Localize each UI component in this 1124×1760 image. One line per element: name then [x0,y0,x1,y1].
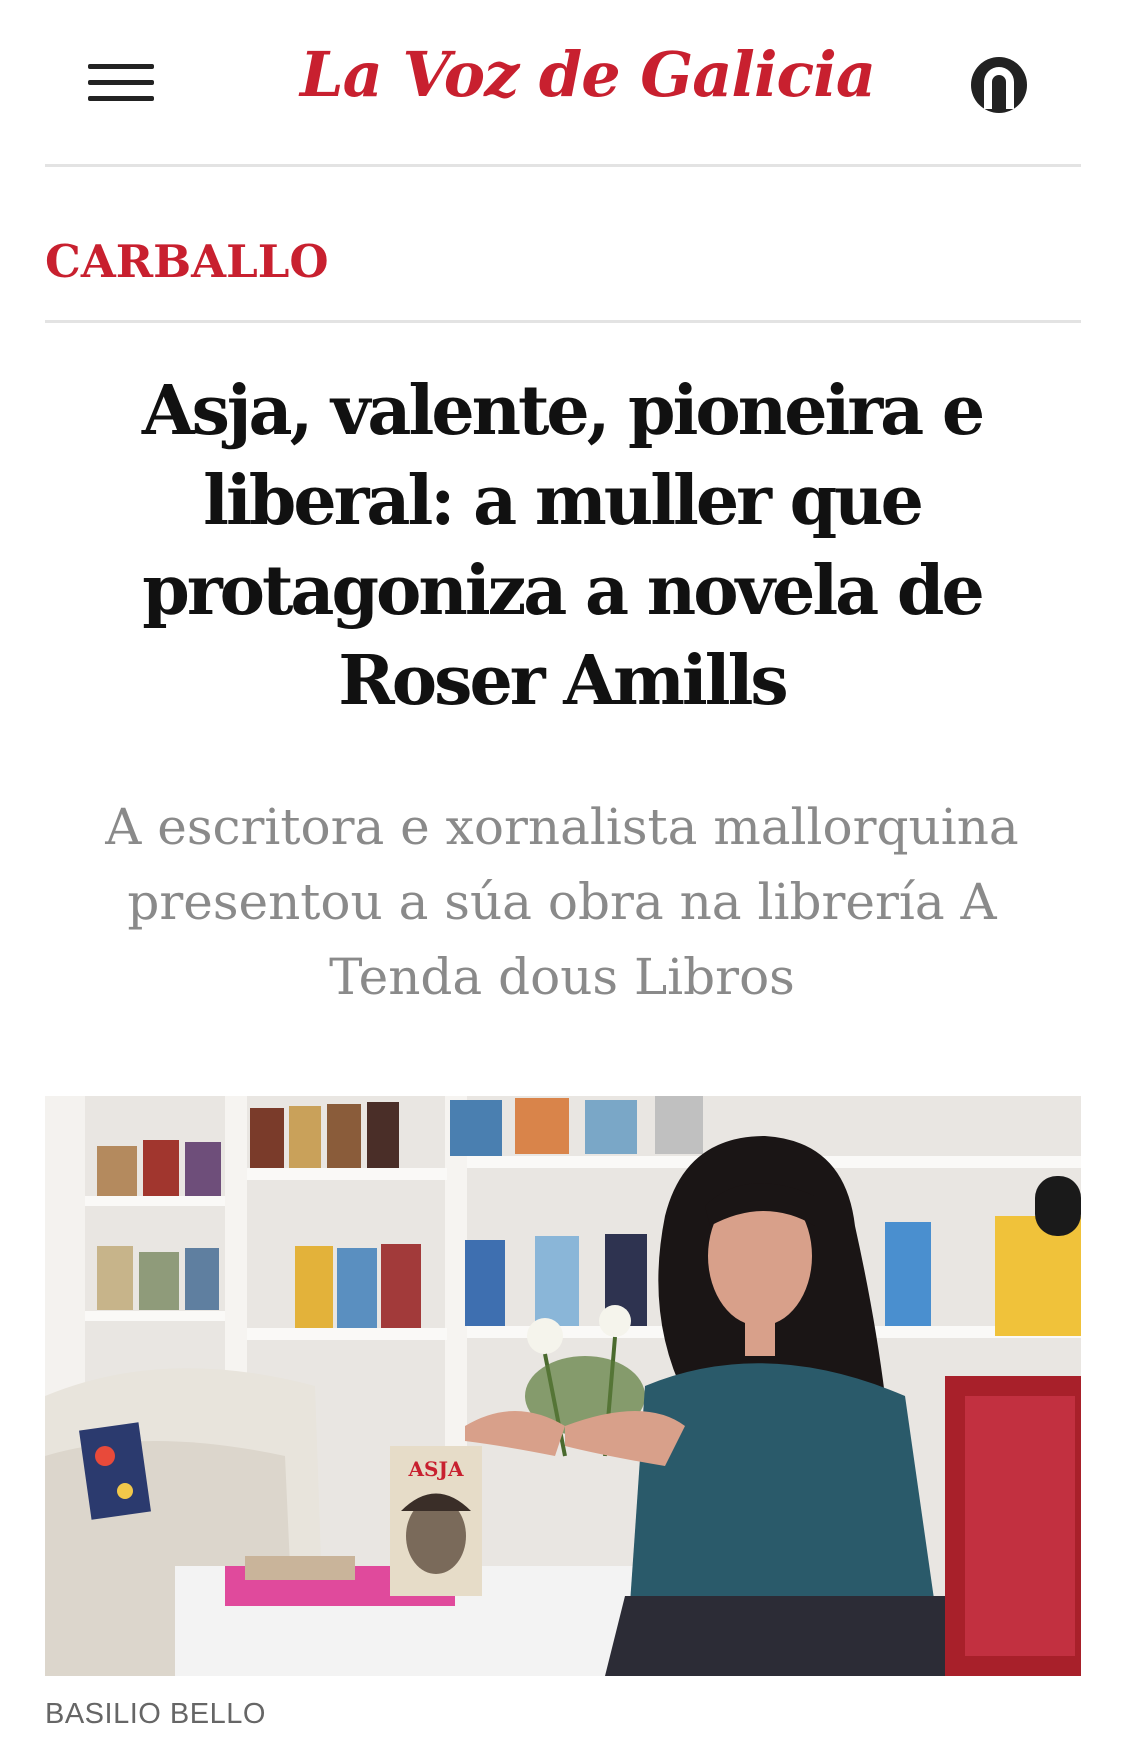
site-logo[interactable]: La Voz de Galicia [300,30,876,120]
book-cover-title: ASJA [408,1457,464,1481]
top-navigation-bar: La Voz de Galicia [0,0,1124,166]
menu-line [88,64,154,69]
section-divider [45,320,1081,323]
header-divider [45,164,1081,167]
section-label[interactable]: CARBALLO [45,232,329,292]
menu-line [88,96,154,101]
user-account-icon[interactable] [968,54,1030,116]
article-headline: Asja, valente, pioneira e liberal: a mul… [141,371,985,721]
menu-line [88,80,154,85]
article-photo: ASJA [45,1096,1081,1676]
photo-credit: BASILIO BELLO [45,1698,266,1730]
hamburger-menu-icon[interactable] [88,60,158,106]
article-subtitle: A escritora e xornalista mallorquina pre… [105,798,1019,1006]
